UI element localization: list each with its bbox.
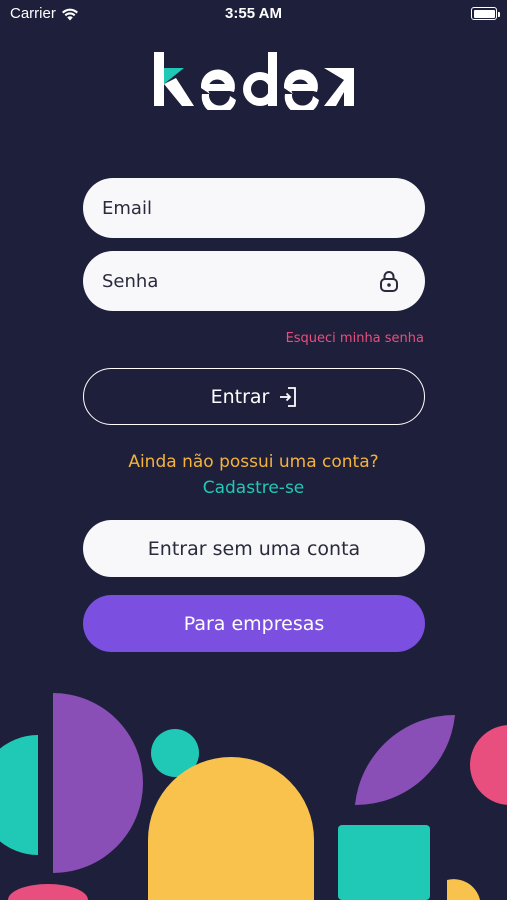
login-button-label: Entrar (210, 385, 270, 408)
password-field[interactable]: Senha (83, 251, 425, 311)
forgot-password-link[interactable]: Esqueci minha senha (286, 331, 424, 346)
signup-question: Ainda não possui uma conta? (128, 452, 379, 472)
yellow-arch (148, 757, 314, 900)
email-field[interactable]: Email (83, 178, 425, 238)
enter-icon (280, 386, 297, 407)
battery-level (473, 9, 495, 18)
teal-half-circle-left (0, 735, 38, 855)
password-placeholder: Senha (102, 270, 159, 292)
email-placeholder: Email (102, 197, 152, 219)
pink-circle-right (470, 725, 507, 805)
status-time: 3:55 AM (225, 5, 282, 22)
decorative-shapes (0, 693, 507, 900)
guest-login-button[interactable]: Entrar sem uma conta (83, 520, 425, 577)
battery-icon (471, 7, 500, 20)
yellow-quarter (447, 879, 480, 900)
purple-half-circle (53, 693, 143, 873)
lock-icon[interactable] (379, 270, 399, 292)
signup-link[interactable]: Cadastre-se (0, 478, 507, 498)
guest-login-label: Entrar sem uma conta (147, 537, 361, 560)
battery-tip (498, 11, 500, 17)
purple-leaf (355, 714, 455, 806)
status-bar: Carrier 3:55 AM (0, 0, 507, 28)
teal-block (338, 825, 430, 900)
business-button-label: Para empresas (183, 612, 325, 635)
login-button[interactable]: Entrar (83, 368, 425, 425)
business-button[interactable]: Para empresas (83, 595, 425, 652)
kedek-logo (154, 52, 354, 110)
pink-bottom-arc (8, 884, 88, 900)
